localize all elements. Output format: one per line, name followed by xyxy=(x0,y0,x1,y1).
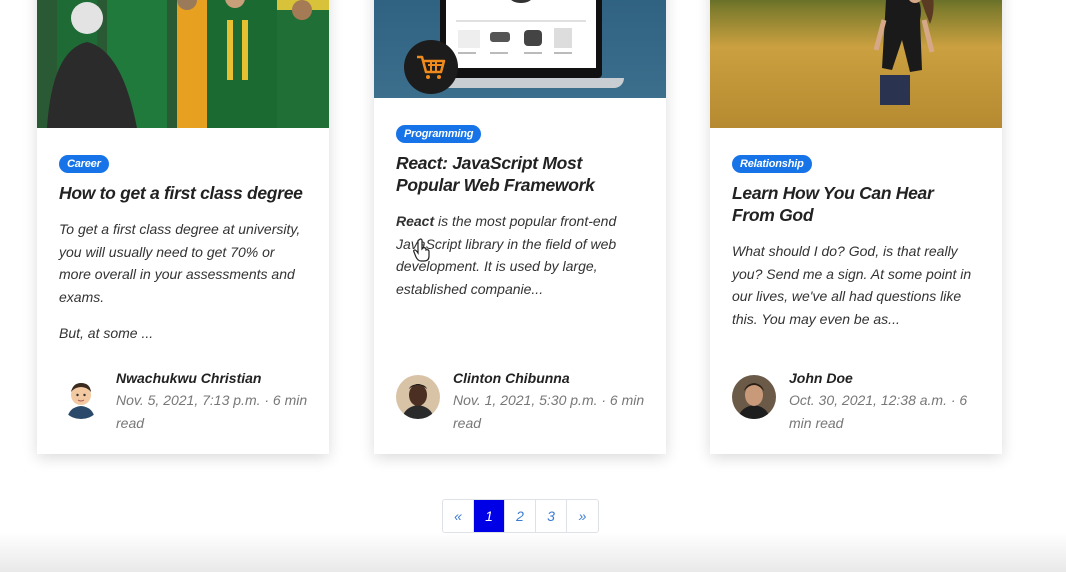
post-card-relationship[interactable]: Relationship Learn How You Can Hear From… xyxy=(710,0,1002,454)
post-date-readtime: Nov. 5, 2021, 7:13 p.m. · 6 min read xyxy=(116,392,308,431)
graduates-illustration xyxy=(37,0,329,128)
post-thumbnail-laptop[interactable] xyxy=(374,0,666,98)
woman-field-illustration xyxy=(710,0,1002,128)
post-author: Nwachukwu Christian Nov. 5, 2021, 7:13 p… xyxy=(59,367,311,434)
laptop-screen xyxy=(440,0,602,78)
author-name[interactable]: Nwachukwu Christian xyxy=(116,367,311,389)
pagination-page-1[interactable]: 1 xyxy=(474,500,505,532)
category-badge[interactable]: Relationship xyxy=(732,155,812,173)
author-name[interactable]: John Doe xyxy=(789,367,984,389)
cartoon-avatar-icon xyxy=(59,375,103,419)
photo-avatar-icon xyxy=(396,375,440,419)
post-title[interactable]: How to get a first class degree xyxy=(59,182,307,204)
post-card-career[interactable]: Career How to get a first class degree T… xyxy=(37,0,329,454)
photo-avatar-icon xyxy=(732,375,776,419)
shopping-cart-icon xyxy=(404,40,458,94)
pagination-prev[interactable]: « xyxy=(443,500,474,532)
author-avatar xyxy=(732,375,776,419)
page-bottom-shade xyxy=(0,532,1066,572)
post-author: John Doe Oct. 30, 2021, 12:38 a.m. · 6 m… xyxy=(732,367,984,434)
post-excerpt: To get a first class degree at universit… xyxy=(59,221,301,305)
post-date-readtime: Oct. 30, 2021, 12:38 a.m. · 6 min read xyxy=(789,392,968,431)
post-date-readtime: Nov. 1, 2021, 5:30 p.m. · 6 min read xyxy=(453,392,645,431)
post-excerpt-more: But, at some ... xyxy=(59,325,154,341)
hand-pointer-cursor-icon xyxy=(413,238,431,267)
post-thumbnail-graduates[interactable] xyxy=(37,0,329,128)
excerpt-bold-term: React xyxy=(396,213,435,229)
pagination-next[interactable]: » xyxy=(567,500,598,532)
category-badge[interactable]: Programming xyxy=(396,125,482,143)
author-name[interactable]: Clinton Chibunna xyxy=(453,367,648,389)
pagination: « 1 2 3 » xyxy=(442,499,599,533)
pagination-page-3[interactable]: 3 xyxy=(536,500,567,532)
author-avatar xyxy=(396,375,440,419)
post-card-programming[interactable]: Programming React: JavaScript Most Popul… xyxy=(374,0,666,454)
post-thumbnail-field[interactable] xyxy=(710,0,1002,128)
post-title[interactable]: Learn How You Can Hear From God xyxy=(732,182,980,226)
post-excerpt: What should I do? God, is that really yo… xyxy=(732,243,972,327)
post-excerpt: React is the most popular front-end Java… xyxy=(396,210,644,300)
pagination-page-2[interactable]: 2 xyxy=(505,500,536,532)
post-author: Clinton Chibunna Nov. 1, 2021, 5:30 p.m.… xyxy=(396,367,648,434)
category-badge[interactable]: Career xyxy=(59,155,109,173)
author-avatar xyxy=(59,375,103,419)
post-title[interactable]: React: JavaScript Most Popular Web Frame… xyxy=(396,152,644,196)
